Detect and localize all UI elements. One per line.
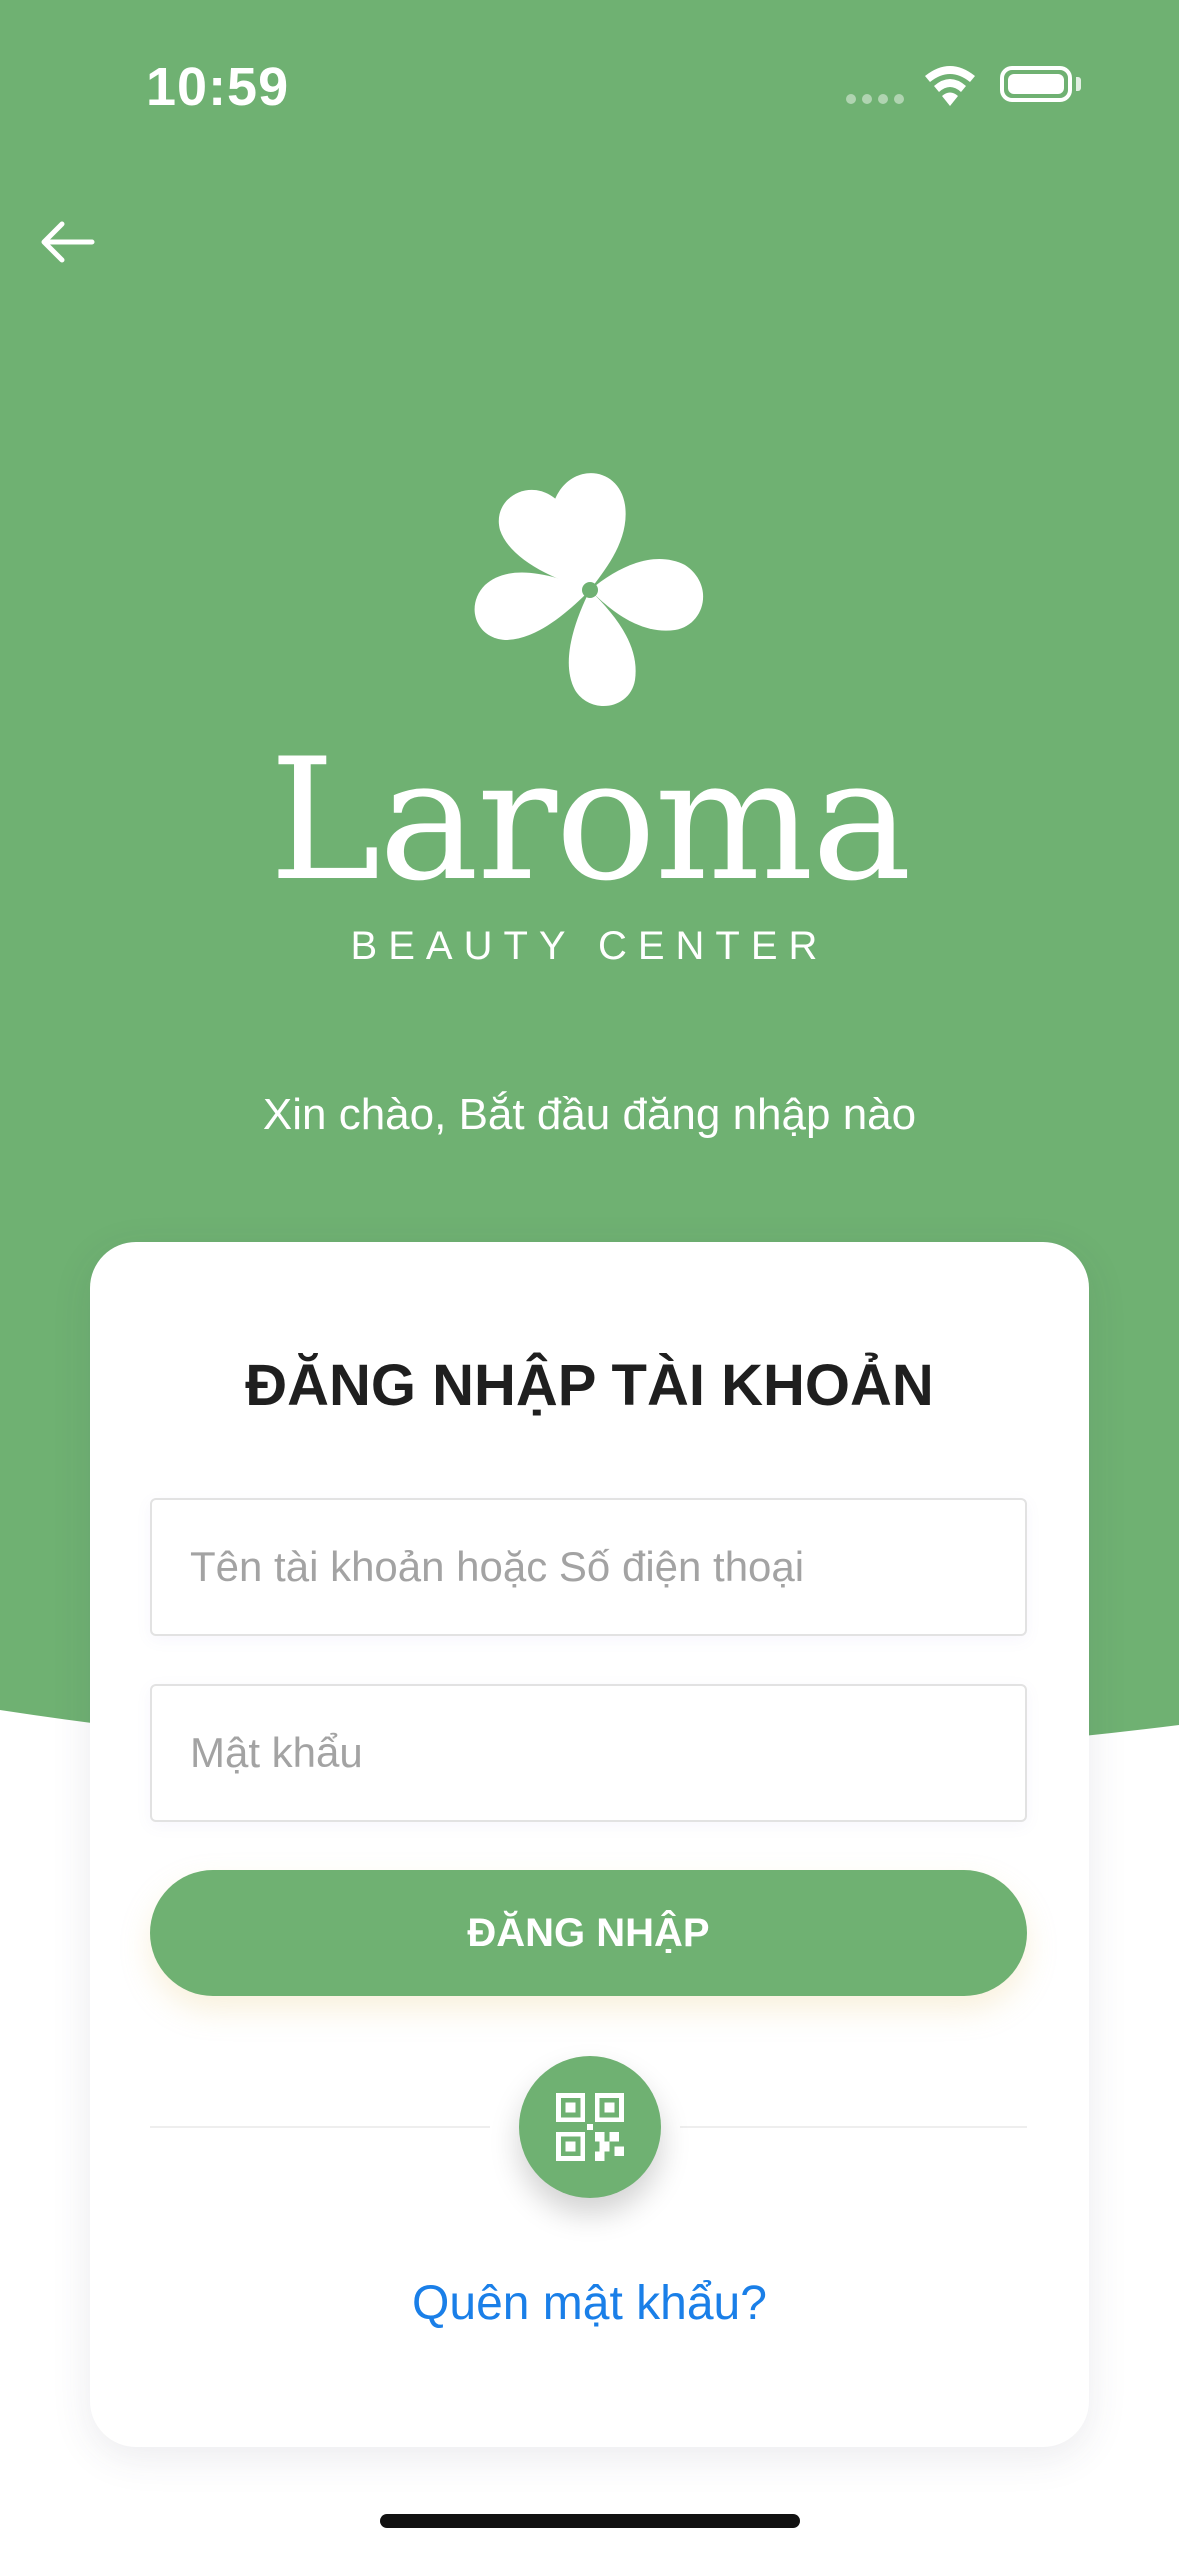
- battery-cap: [1076, 77, 1081, 91]
- divider-right: [680, 2126, 1027, 2128]
- password-field[interactable]: [150, 1684, 1027, 1822]
- qr-code-icon: [556, 2093, 624, 2161]
- divider-left: [150, 2126, 490, 2128]
- login-card: ĐĂNG NHẬP TÀI KHOẢN ĐĂNG NHẬP: [90, 1242, 1089, 2447]
- login-button-label: ĐĂNG NHẬP: [467, 1910, 710, 1955]
- battery-icon: [1000, 66, 1072, 102]
- back-button[interactable]: [30, 210, 110, 270]
- login-button[interactable]: ĐĂNG NHẬP: [150, 1870, 1027, 1996]
- greeting-text: Xin chào, Bắt đầu đăng nhập nào: [262, 1090, 917, 1139]
- forgot-password-link[interactable]: Quên mật khẩu?: [90, 2276, 1089, 2331]
- laroma-flower-logo-icon: [440, 440, 740, 740]
- brand-subtitle: BEAUTY CENTER: [350, 924, 829, 968]
- brand-name: Laroma: [269, 722, 912, 918]
- password-input[interactable]: [152, 1686, 1025, 1820]
- cellular-signal-icon: [846, 94, 904, 104]
- wifi-icon: [922, 64, 978, 113]
- qr-login-button[interactable]: [519, 2056, 661, 2198]
- login-card-title: ĐĂNG NHẬP TÀI KHOẢN: [245, 1353, 934, 1418]
- status-time: 10:59: [146, 57, 290, 117]
- username-input[interactable]: [152, 1500, 1025, 1634]
- home-indicator: [380, 2514, 800, 2528]
- username-field[interactable]: [150, 1498, 1027, 1636]
- status-bar: 10:59: [0, 0, 1179, 160]
- arrow-left-icon: [41, 221, 95, 263]
